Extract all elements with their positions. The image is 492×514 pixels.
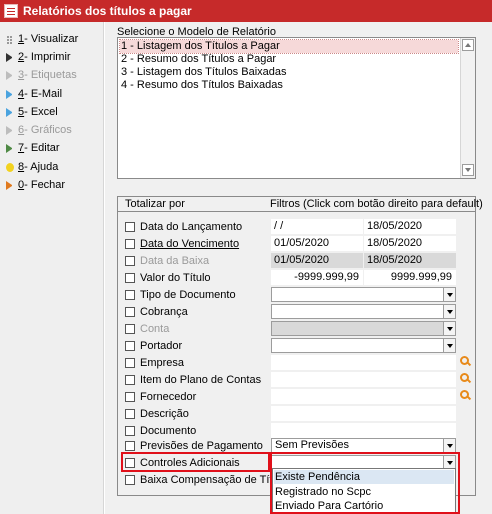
checkbox[interactable] (125, 357, 135, 368)
chevron-down-icon (446, 292, 453, 297)
row-conta[interactable]: Conta (125, 321, 169, 336)
data-vencimento-to-field[interactable]: 18/05/2020 (364, 236, 456, 251)
play-blue-icon (6, 107, 14, 117)
report-icon (4, 4, 18, 18)
checkbox[interactable] (125, 440, 135, 451)
model-listbox[interactable]: 1 - Listagem dos Títulos a Pagar 2 - Res… (117, 37, 476, 179)
menu-excel[interactable]: 5 - Excel (6, 104, 58, 120)
data-vencimento-from-field[interactable]: 01/05/2020 (271, 236, 363, 251)
menu-editar[interactable]: 7 - Editar (6, 140, 60, 156)
fornecedor-field[interactable] (271, 389, 456, 404)
previsoes-select[interactable]: Sem Previsões (271, 438, 456, 453)
checkbox[interactable] (125, 238, 135, 249)
cobranca-select[interactable] (271, 304, 456, 319)
data-baixa-to-field[interactable]: 18/05/2020 (364, 253, 456, 268)
menu-ajuda[interactable]: 8 - Ajuda (6, 159, 58, 175)
model-item-3[interactable]: 3 - Listagem dos Títulos Baixadas (120, 66, 458, 79)
dropdown-button[interactable] (443, 322, 455, 335)
checkbox[interactable] (125, 340, 135, 351)
checkbox[interactable] (125, 474, 135, 485)
highlight-box-dropdown (270, 452, 460, 514)
header-divider (118, 211, 475, 212)
checkbox[interactable] (125, 408, 135, 419)
conta-select[interactable] (271, 321, 456, 336)
checkbox[interactable] (125, 425, 135, 436)
row-descricao[interactable]: Descrição (125, 406, 189, 421)
scroll-down-button[interactable] (462, 164, 474, 176)
row-fornecedor[interactable]: Fornecedor (125, 389, 196, 404)
data-baixa-from-field[interactable]: 01/05/2020 (271, 253, 363, 268)
row-data-vencimento[interactable]: Data do Vencimento (125, 236, 239, 251)
window-title: Relatórios dos títulos a pagar (23, 4, 192, 18)
portador-select[interactable] (271, 338, 456, 353)
chevron-down-icon (446, 443, 453, 448)
chevron-down-icon (446, 343, 453, 348)
data-lancamento-from-field[interactable]: / / (271, 219, 363, 234)
search-icon[interactable] (460, 373, 470, 383)
menu-imprimir[interactable]: 2 - Imprimir (6, 49, 71, 65)
row-tipo-documento[interactable]: Tipo de Documento (125, 287, 236, 302)
play-dark-icon (6, 52, 14, 62)
model-item-2[interactable]: 2 - Resumo dos Títulos a Pagar (120, 53, 458, 66)
dropdown-button[interactable] (443, 439, 455, 452)
descricao-field[interactable] (271, 406, 456, 421)
valor-titulo-from-field[interactable]: -9999.999,99 (271, 270, 363, 285)
checkbox[interactable] (125, 255, 135, 266)
dropdown-button[interactable] (443, 305, 455, 318)
checkbox[interactable] (125, 221, 135, 232)
search-icon[interactable] (460, 356, 470, 366)
model-item-4[interactable]: 4 - Resumo dos Títulos Baixadas (120, 79, 458, 92)
menu-fechar[interactable]: 0 - Fechar (6, 177, 65, 193)
checkbox[interactable] (125, 323, 135, 334)
menu-graficos[interactable]: 6 - Gráficos (6, 122, 72, 138)
play-green-icon (6, 143, 14, 153)
model-item-1[interactable]: 1 - Listagem dos Títulos a Pagar (119, 39, 459, 54)
row-previsoes[interactable]: Previsões de Pagamento (125, 438, 263, 453)
chevron-down-icon (446, 309, 453, 314)
checkbox[interactable] (125, 374, 135, 385)
tipo-documento-select[interactable] (271, 287, 456, 302)
checkbox[interactable] (125, 391, 135, 402)
play-gray-icon (6, 35, 14, 44)
checkbox[interactable] (125, 272, 135, 283)
filtros-header: Filtros (Click com botão direito para de… (270, 198, 483, 210)
checkbox[interactable] (125, 289, 135, 300)
valor-titulo-to-field[interactable]: 9999.999,99 (364, 270, 456, 285)
item-plano-field[interactable] (271, 372, 456, 387)
row-documento[interactable]: Documento (125, 423, 196, 438)
search-icon[interactable] (460, 390, 470, 400)
totalizar-header: Totalizar por (125, 198, 185, 210)
play-orange-icon (6, 180, 14, 190)
data-lancamento-to-field[interactable]: 18/05/2020 (364, 219, 456, 234)
row-portador[interactable]: Portador (125, 338, 182, 353)
row-empresa[interactable]: Empresa (125, 355, 184, 370)
highlight-box-label (121, 452, 270, 472)
menu-email[interactable]: 4 - E-Mail (6, 86, 62, 102)
model-scrollbar[interactable] (460, 38, 475, 178)
menu-etiquetas[interactable]: 3 - Etiquetas (6, 67, 77, 83)
empresa-field[interactable] (271, 355, 456, 370)
chevron-down-icon (446, 326, 453, 331)
row-data-baixa[interactable]: Data da Baixa (125, 253, 209, 268)
chevron-down-icon (465, 168, 471, 172)
menu-visualizar[interactable]: 1 - Visualizar (6, 31, 78, 47)
sidebar-menu: 1 - Visualizar 2 - Imprimir 3 - Etiqueta… (0, 22, 104, 514)
row-item-plano[interactable]: Item do Plano de Contas (125, 372, 261, 387)
chevron-up-icon (465, 43, 471, 47)
documento-field[interactable] (271, 423, 456, 438)
checkbox[interactable] (125, 306, 135, 317)
bulb-icon (6, 163, 14, 172)
window-titlebar: Relatórios dos títulos a pagar (0, 0, 492, 22)
row-data-lancamento[interactable]: Data do Lançamento (125, 219, 242, 234)
row-valor-titulo[interactable]: Valor do Título (125, 270, 211, 285)
row-cobranca[interactable]: Cobrança (125, 304, 188, 319)
play-blue-icon (6, 89, 14, 99)
play-light-icon (6, 125, 14, 135)
dropdown-button[interactable] (443, 339, 455, 352)
row-baixa-compensacao[interactable]: Baixa Compensação de Título (125, 472, 287, 487)
scroll-up-button[interactable] (462, 39, 474, 51)
play-light-icon (6, 70, 14, 80)
dropdown-button[interactable] (443, 288, 455, 301)
